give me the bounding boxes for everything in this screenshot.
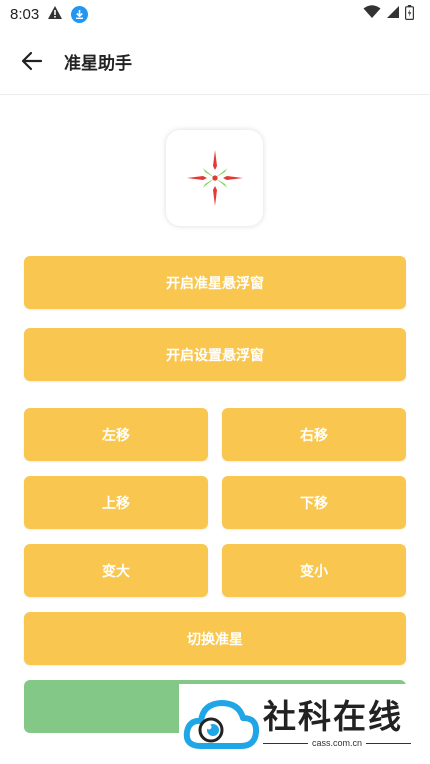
move-down-button[interactable]: 下移 [222,476,406,529]
watermark-text: 社科在线 [263,697,403,736]
open-crosshair-float-button[interactable]: 开启准星悬浮窗 [24,256,406,309]
divider [366,742,412,744]
open-settings-float-button[interactable]: 开启设置悬浮窗 [24,328,406,381]
status-time: 8:03 [10,5,40,23]
move-right-button[interactable]: 右移 [222,408,406,461]
watermark: 社科在线 cass.com.cn [179,684,415,756]
switch-crosshair-button[interactable]: 切换准星 [24,612,406,665]
status-bar: 8:03 [0,0,430,28]
crosshair-icon [186,150,243,206]
move-up-button[interactable]: 上移 [24,476,208,529]
move-left-button[interactable]: 左移 [24,408,208,461]
arrow-left-icon [21,51,43,71]
bigger-button[interactable]: 变大 [24,544,208,597]
app-bar: 准星助手 [0,28,430,95]
divider [263,742,308,744]
download-icon [71,5,89,23]
back-button[interactable] [10,39,54,83]
app-logo [166,130,263,226]
page-title: 准星助手 [64,53,132,74]
signal-icon [386,5,400,23]
watermark-url-row: cass.com.cn [263,738,412,748]
warning-icon [47,5,63,24]
cloud-eye-logo-icon [183,700,259,749]
battery-icon [405,4,415,24]
wifi-icon [363,5,381,23]
smaller-button[interactable]: 变小 [222,544,406,597]
watermark-url: cass.com.cn [312,738,363,748]
